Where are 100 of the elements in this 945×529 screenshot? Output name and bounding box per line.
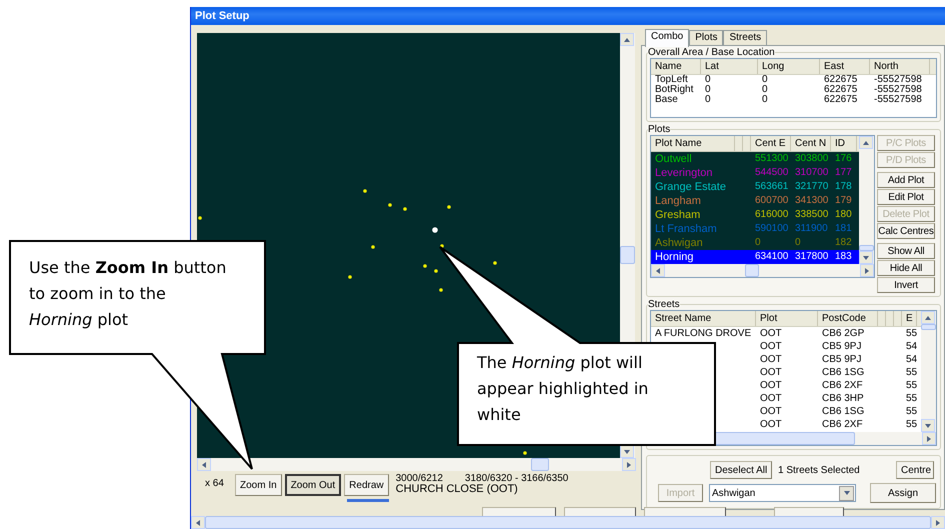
horizontal-scrollbar[interactable] [197, 458, 636, 471]
down-arrow-icon [862, 254, 870, 262]
plot-dot[interactable] [523, 451, 527, 455]
assign-button[interactable]: Assign [870, 483, 936, 503]
group-title: Overall Area / Base Location [648, 47, 775, 58]
column-header[interactable]: Cent N [791, 136, 831, 151]
vertical-scrollbar[interactable] [859, 136, 874, 264]
table-cell-text: 622675 [823, 95, 858, 105]
callout-text: The Horning plot will appear highlighted in white [477, 352, 650, 426]
plot-button[interactable]: Invert [877, 277, 935, 293]
table-cell-text: 622675 [823, 85, 858, 95]
horizontal-scrollbar[interactable] [651, 264, 874, 277]
table-cell-text: -55527598 [873, 95, 923, 105]
plot-dot[interactable] [363, 189, 367, 193]
plot-row[interactable]: Gresham 616000 338500 180 [651, 208, 859, 222]
left-arrow-icon [200, 460, 208, 468]
plot-button[interactable]: Calc Centres [877, 223, 935, 239]
column-header[interactable]: North [870, 59, 930, 74]
scroll-right-button[interactable] [922, 432, 936, 445]
right-arrow-icon [934, 518, 942, 526]
table-cell-text: 622675 [823, 75, 858, 85]
left-arrow-icon [194, 518, 202, 526]
plot-dot[interactable] [440, 244, 444, 248]
plot-row[interactable]: Horning 634100 317800 183 [651, 250, 859, 264]
plot-dot[interactable] [403, 207, 407, 211]
table-cell-text: TopLeft [654, 75, 688, 85]
right-arrow-icon [925, 434, 933, 442]
scrollbar-thumb[interactable] [531, 458, 549, 471]
dropdown-button[interactable] [839, 486, 854, 500]
plot-dot[interactable] [439, 288, 443, 292]
status-text: 3000/6212 [396, 474, 443, 484]
column-header[interactable]: Plot [756, 311, 818, 326]
map-button[interactable]: Redraw [344, 474, 389, 496]
column-header[interactable]: East [820, 59, 870, 74]
plot-dot[interactable] [198, 216, 202, 220]
plot-dot[interactable] [348, 275, 352, 279]
status-text: 3180/6320 - 3166/6350 [464, 474, 568, 484]
scroll-right-button[interactable] [931, 516, 945, 529]
column-header[interactable]: E [902, 311, 917, 326]
scroll-right-button[interactable] [860, 264, 874, 277]
up-arrow-icon [623, 36, 631, 44]
plot-dot[interactable] [423, 264, 427, 268]
highlighted-plot-dot[interactable] [432, 227, 438, 233]
plot-dropdown[interactable]: Ashwigan [709, 484, 856, 502]
plot-dot[interactable] [434, 269, 438, 273]
map-button[interactable]: Zoom Out [284, 474, 342, 496]
group-title: Streets [648, 299, 680, 310]
plot-row[interactable]: Outwell 551300 303800 176 [651, 152, 859, 166]
table-cell-text: 0 [704, 95, 712, 105]
column-header[interactable]: Lat [701, 59, 758, 74]
tab[interactable]: Streets [723, 30, 768, 45]
plot-dot[interactable] [493, 261, 497, 265]
column-header[interactable]: PostCode [818, 311, 878, 326]
plot-button[interactable]: Edit Plot [877, 189, 935, 205]
scroll-left-button[interactable] [191, 516, 205, 529]
scroll-left-button[interactable] [651, 264, 665, 277]
street-row[interactable]: A FURLONG DROVE OOT CB6 2GP 55 [651, 327, 921, 340]
deselect-all-button[interactable]: Deselect All [710, 461, 772, 479]
column-header[interactable]: Cent E [751, 136, 791, 151]
table-cell-text: 0 [761, 75, 769, 85]
scroll-left-button[interactable] [197, 458, 211, 471]
tab[interactable]: Combo [645, 29, 690, 47]
scroll-down-button[interactable] [620, 445, 634, 458]
plot-dot[interactable] [371, 245, 375, 249]
table-cell-text: 0 [761, 85, 769, 95]
scroll-right-button[interactable] [622, 458, 636, 471]
callout-text: Use the Zoom In button to zoom in to the Horning plot [29, 257, 228, 331]
column-header[interactable]: Plot Name [651, 136, 735, 151]
down-arrow-icon [842, 489, 850, 497]
column-header[interactable]: Street Name [651, 311, 756, 326]
map-button[interactable]: Zoom In [235, 474, 282, 496]
column-header[interactable]: Name [651, 59, 701, 74]
up-arrow-icon [924, 314, 932, 322]
vertical-scrollbar[interactable] [921, 311, 936, 432]
plot-row[interactable]: Ashwigan 0 0 182 [651, 236, 859, 250]
plot-dot[interactable] [388, 203, 392, 207]
plot-row[interactable]: Langham 600700 341300 179 [651, 194, 859, 208]
centre-button[interactable]: Centre [896, 461, 934, 479]
progress-underline [347, 499, 389, 502]
scrollbar-thumb[interactable] [921, 324, 936, 330]
scroll-up-button[interactable] [620, 33, 634, 46]
scroll-up-button[interactable] [921, 311, 935, 324]
left-arrow-icon [654, 266, 662, 274]
column-header[interactable]: ID [831, 136, 857, 151]
group-title: Plots [648, 124, 670, 135]
scrollbar-thumb[interactable] [745, 264, 759, 277]
plot-button[interactable]: Hide All [877, 260, 935, 276]
scroll-up-button[interactable] [859, 136, 873, 149]
table-cell-text: BotRight [654, 85, 694, 95]
tab[interactable]: Plots [689, 30, 724, 45]
scrollbar-thumb[interactable] [620, 246, 635, 264]
plot-row[interactable]: Grange Estate 563661 321770 178 [651, 180, 859, 194]
down-arrow-icon [623, 448, 631, 456]
plot-dot[interactable] [447, 205, 451, 209]
selection-count: 1 Streets Selected [778, 464, 861, 476]
plot-button[interactable]: Show All [877, 243, 935, 259]
scrollbar-thumb[interactable] [859, 245, 874, 251]
plot-button[interactable]: Add Plot [877, 172, 935, 188]
column-header[interactable]: Long [758, 59, 820, 74]
table-cell-text: 0 [704, 85, 712, 95]
